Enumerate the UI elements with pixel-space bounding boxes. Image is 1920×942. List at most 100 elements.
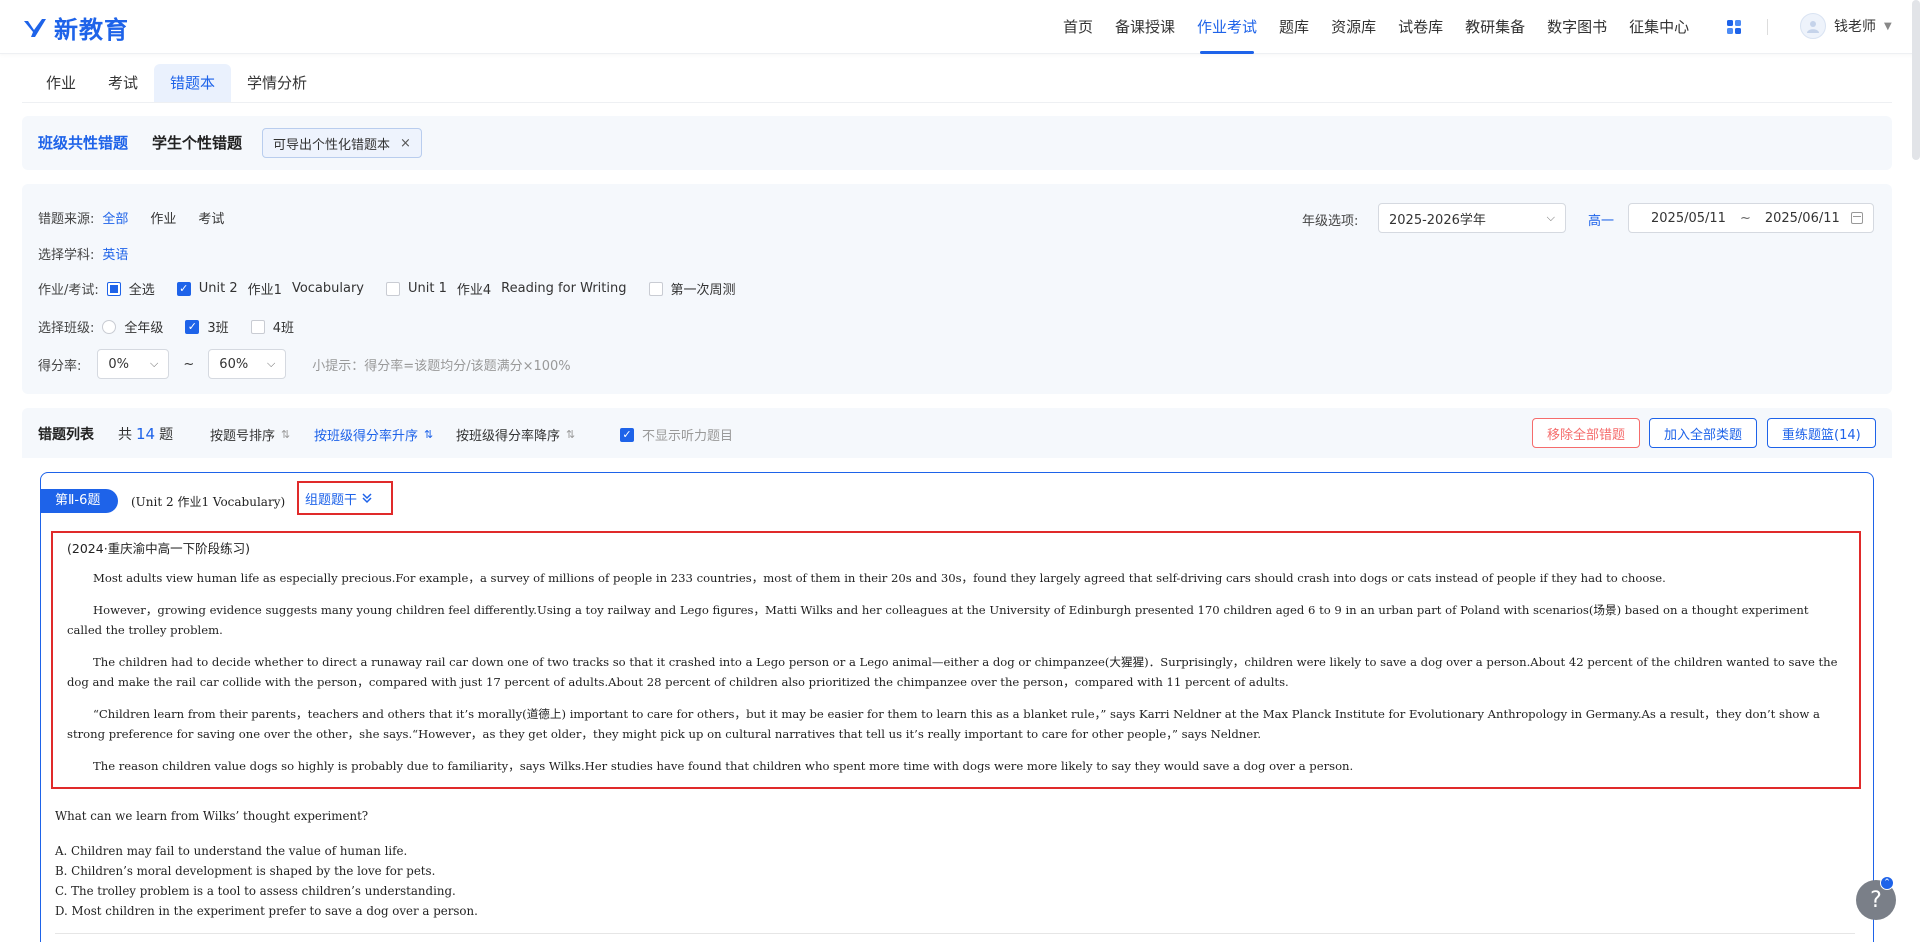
nav-digital-books[interactable]: 数字图书 (1536, 0, 1618, 54)
task-label: 作业/考试: (38, 283, 99, 298)
select-all-checkbox[interactable] (106, 281, 121, 296)
retrain-basket-button[interactable]: 重练题篮(14) (1767, 418, 1876, 448)
add-all-similar-button[interactable]: 加入全部类题 (1649, 418, 1758, 448)
score-label: 得分率: (38, 358, 82, 374)
task-1-hw: 作业1 (247, 283, 282, 298)
source-label: 错题来源: (38, 212, 95, 227)
source-exam[interactable]: 考试 (198, 208, 224, 227)
list-toolbar: 错题列表 共 14 题 按题号排序 ⇅ 按班级得分率升序 ⇅ 按班级得分率降序 ⇅ … (22, 408, 1892, 458)
user-menu[interactable]: 钱老师 ▼ (1800, 13, 1892, 39)
chevron-up-icon[interactable]: ⌃ (1880, 876, 1894, 890)
task-checkbox-2[interactable] (386, 281, 400, 296)
task-2-hw: 作业4 (456, 283, 492, 298)
chevron-down-icon: ⌵ (266, 357, 276, 370)
score-row: 得分率: 0% ⌵ ~ 60% ⌵ 小提示：得分率=该题均分/该题满分×100% (38, 349, 571, 379)
stem-toggle-button[interactable]: 组题题干 (297, 481, 393, 515)
passage-box: (2024·重庆渝中高一下阶段练习) Most adults view huma… (51, 531, 1861, 789)
class-4-checkbox[interactable] (250, 319, 265, 334)
logo-text: 新教育 (54, 16, 129, 44)
sub-tabs: 作业 考试 错题本 学情分析 (30, 64, 323, 102)
task-checkbox-1[interactable]: ✓ (176, 281, 191, 296)
nav-home[interactable]: 首页 (1052, 0, 1104, 54)
class-row: 选择班级: 全年级 ✓ 3班 4班 (38, 317, 316, 336)
sort-asc[interactable]: 按班级得分率升序 ⇅ (314, 425, 433, 444)
grade-link[interactable]: 高一 (1588, 210, 1614, 229)
list-count: 共 14 题 (118, 424, 173, 444)
subject-row: 选择学科: 英语 (38, 244, 150, 263)
score-min-select[interactable]: 0% ⌵ (97, 349, 170, 379)
hide-listening-checkbox[interactable]: ✓ (620, 427, 634, 442)
class-label: 选择班级: (38, 321, 95, 336)
chip-label: 可导出个性化错题本 (273, 137, 391, 153)
source-all[interactable]: 全部 (102, 208, 128, 227)
option-a: A. Children may fail to understand the v… (55, 844, 408, 858)
chevron-down-icon: ⌵ (1546, 211, 1555, 224)
score-max-value: 60% (219, 356, 249, 372)
count-suffix: 题 (159, 427, 174, 443)
passage-paragraph: The children had to decide whether to di… (67, 655, 1838, 689)
nav-question-bank[interactable]: 题库 (1268, 0, 1320, 54)
nav-collection-center[interactable]: 征集中心 (1618, 0, 1700, 54)
score-max-select[interactable]: 60% ⌵ (208, 349, 287, 379)
class-3-label: 3班 (207, 321, 229, 336)
passage-paragraph: The reason children value dogs so highly… (93, 759, 1354, 773)
task-2-name: Reading for Writing (501, 281, 627, 296)
sort-by-number[interactable]: 按题号排序 ⇅ (210, 425, 290, 444)
score-tilde: ~ (183, 356, 195, 372)
date-end: 2025/06/11 (1764, 210, 1840, 226)
double-chevron-down-icon (362, 493, 372, 504)
hide-listening-toggle[interactable]: ✓ 不显示听力题目 (620, 425, 733, 444)
user-icon (1807, 21, 1819, 33)
sort-asc-label: 按班级得分率升序 (314, 429, 419, 444)
tab-homework[interactable]: 作业 (30, 64, 92, 102)
nav-paper-library[interactable]: 试卷库 (1387, 0, 1454, 54)
scrollbar[interactable] (1912, 0, 1920, 160)
task-2-unit: Unit 1 (408, 281, 447, 296)
task-1-unit: Unit 2 (198, 281, 238, 296)
caret-down-icon: ▼ (1884, 20, 1892, 32)
grade-radio[interactable] (102, 319, 117, 334)
count-value: 14 (136, 425, 156, 443)
export-chip[interactable]: 可导出个性化错题本 × (262, 128, 422, 158)
apps-grid-icon[interactable] (1726, 19, 1742, 35)
list-title: 错题列表 (38, 427, 94, 443)
class-3-checkbox[interactable]: ✓ (185, 319, 200, 334)
sort-icon: ⇅ (281, 428, 291, 441)
mode-class-common[interactable]: 班级共性错题 (38, 132, 128, 153)
question-divider (55, 933, 1855, 934)
select-all-label: 全选 (128, 283, 155, 298)
option-d: D. Most children in the experiment prefe… (55, 904, 478, 918)
chevron-down-icon: ⌵ (150, 357, 159, 370)
question-badge: 第Ⅱ-6题 (41, 489, 119, 513)
close-icon[interactable]: × (400, 136, 411, 151)
source-homework[interactable]: 作业 (150, 208, 176, 227)
tab-analysis[interactable]: 学情分析 (231, 64, 323, 102)
nav-homework-exam[interactable]: 作业考试 (1186, 0, 1268, 54)
top-header: 新教育 首页 备课授课 作业考试 题库 资源库 试卷库 教研集备 数字图书 征集… (0, 0, 1920, 54)
nav-lesson-prep[interactable]: 备课授课 (1104, 0, 1186, 54)
tab-mistake-book[interactable]: 错题本 (154, 64, 232, 102)
nav-resources[interactable]: 资源库 (1320, 0, 1387, 54)
mode-student-personal[interactable]: 学生个性错题 (152, 132, 242, 153)
tabs-divider (22, 102, 1892, 103)
remove-all-button[interactable]: 移除全部错题 (1532, 418, 1641, 448)
passage-source: (2024·重庆渝中高一下阶段练习) (67, 541, 251, 556)
nav-teaching-research[interactable]: 教研集备 (1454, 0, 1536, 54)
logo[interactable]: 新教育 (22, 10, 129, 45)
date-tilde: ~ (1739, 210, 1751, 226)
question-card: 第Ⅱ-6题 (Unit 2 作业1 Vocabulary) 组题题干 (2024… (40, 472, 1874, 942)
task-row: 作业/考试: 全选 ✓ Unit 2 作业1 Vocabulary Unit 1… (38, 279, 758, 298)
question-source: (Unit 2 作业1 Vocabulary) (131, 495, 286, 509)
sort-icon: ⇅ (424, 428, 434, 441)
subject-english[interactable]: 英语 (102, 244, 128, 263)
task-checkbox-3[interactable] (648, 281, 663, 296)
year-label: 年级选项: (1302, 214, 1359, 229)
option-b: B. Children’s moral development is shape… (55, 864, 436, 878)
date-range-picker[interactable]: 2025/05/11 ~ 2025/06/11 (1628, 203, 1874, 233)
year-select[interactable]: 2025-2026学年 ⌵ (1378, 203, 1566, 233)
sort-desc-label: 按班级得分率降序 (456, 429, 561, 444)
sort-by-number-label: 按题号排序 (210, 429, 276, 444)
tab-exam[interactable]: 考试 (92, 64, 154, 102)
task-1-name: Vocabulary (291, 281, 364, 296)
sort-desc[interactable]: 按班级得分率降序 ⇅ (456, 425, 575, 444)
